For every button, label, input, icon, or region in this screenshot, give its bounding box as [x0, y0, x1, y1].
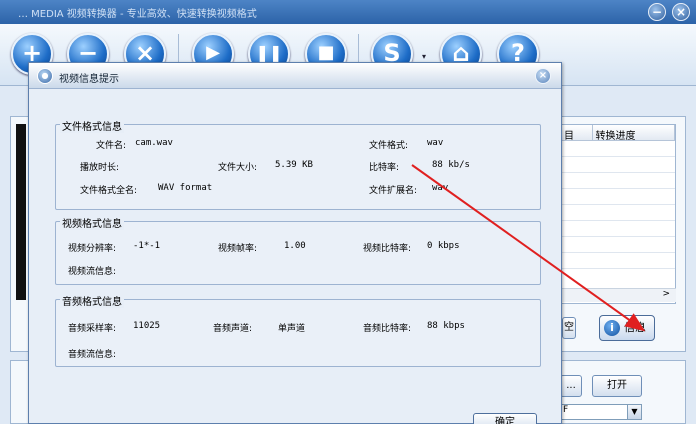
group-title: 文件格式信息 — [60, 118, 124, 133]
video-info-dialog: ● 视频信息提示 × 文件格式信息 文件名: cam.wav 文件格式: wav… — [28, 62, 562, 424]
table-row[interactable] — [561, 189, 675, 205]
filename-label: 文件名: — [96, 141, 127, 151]
framerate-value: 1.00 — [284, 241, 306, 251]
open-button[interactable]: 打开 — [592, 375, 642, 397]
ext-value: wav — [432, 183, 449, 193]
info-button-label: 信息 — [624, 321, 646, 334]
table-row[interactable] — [561, 205, 675, 221]
horizontal-scrollbar[interactable]: > — [560, 288, 676, 302]
size-label: 文件大小: — [218, 163, 258, 173]
audio-stream-label: 音频流信息: — [68, 350, 117, 360]
dialog-title-bar[interactable]: ● 视频信息提示 × — [29, 63, 561, 89]
table-header: 目 转换进度 — [561, 125, 675, 142]
table-row[interactable] — [561, 173, 675, 189]
fullname-value: WAV format — [158, 183, 213, 193]
minimize-button[interactable]: − — [648, 3, 666, 21]
info-button[interactable]: i 信息 — [599, 315, 655, 341]
format-value: wav — [427, 138, 444, 148]
dialog-close-button[interactable]: × — [535, 68, 551, 84]
output-select[interactable]: F ▼ — [560, 404, 642, 420]
resolution-value: -1*-1 — [133, 241, 161, 251]
info-icon: i — [604, 320, 620, 336]
chevron-down-icon[interactable]: ▾ — [422, 52, 426, 61]
partial-button[interactable]: 空 — [562, 317, 576, 339]
audio-bitrate-label: 音频比特率: — [363, 324, 412, 334]
bitrate-value: 88 kb/s — [432, 160, 470, 170]
column-header-progress[interactable]: 转换进度 — [593, 125, 675, 142]
fullname-label: 文件格式全名: — [80, 186, 138, 196]
column-header[interactable]: 目 — [561, 125, 593, 142]
filename-value: cam.wav — [135, 138, 173, 148]
video-stream-label: 视频流信息: — [68, 267, 117, 277]
video-bitrate-value: 0 kbps — [427, 241, 460, 251]
channels-label: 音频声道: — [213, 324, 253, 334]
chevron-down-icon[interactable]: ▼ — [627, 405, 641, 419]
ok-button[interactable]: 确定 — [473, 413, 537, 424]
framerate-label: 视频帧率: — [218, 244, 258, 254]
browse-button[interactable]: ... — [560, 375, 582, 397]
audio-bitrate-value: 88 kbps — [427, 321, 465, 331]
size-value: 5.39 KB — [275, 160, 313, 170]
resolution-label: 视频分辨率: — [68, 244, 117, 254]
channels-value: 单声道 — [278, 324, 306, 334]
dialog-title: 视频信息提示 — [59, 74, 119, 85]
audio-info-group: 音频格式信息 音频采样率: 11025 音频声道: 单声道 音频比特率: 88 … — [55, 293, 541, 367]
table-row[interactable] — [561, 221, 675, 237]
group-title: 视频格式信息 — [60, 215, 124, 230]
output-select-value: F — [563, 405, 569, 415]
bitrate-label: 比特率: — [369, 163, 400, 173]
ext-label: 文件扩展名: — [369, 186, 418, 196]
samplerate-value: 11025 — [133, 321, 161, 331]
dialog-body: 文件格式信息 文件名: cam.wav 文件格式: wav 播放时长: 文件大小… — [29, 89, 561, 424]
file-list-table[interactable]: 目 转换进度 — [560, 124, 676, 304]
table-row[interactable] — [561, 157, 675, 173]
duration-label: 播放时长: — [80, 163, 120, 173]
file-info-group: 文件格式信息 文件名: cam.wav 文件格式: wav 播放时长: 文件大小… — [55, 118, 541, 210]
video-bitrate-label: 视频比特率: — [363, 244, 412, 254]
main-window-title: … MEDIA 视频转换器 - 专业高效、快速转换视频格式 — [0, 0, 696, 24]
group-title: 音频格式信息 — [60, 293, 124, 308]
table-row[interactable] — [561, 253, 675, 269]
video-preview — [16, 124, 26, 300]
table-row[interactable] — [561, 141, 675, 157]
table-row[interactable] — [561, 237, 675, 253]
format-label: 文件格式: — [369, 141, 409, 151]
app-logo-icon: ● — [37, 68, 53, 84]
main-close-button[interactable]: × — [672, 3, 690, 21]
samplerate-label: 音频采样率: — [68, 324, 117, 334]
video-info-group: 视频格式信息 视频分辨率: -1*-1 视频帧率: 1.00 视频比特率: 0 … — [55, 215, 541, 285]
